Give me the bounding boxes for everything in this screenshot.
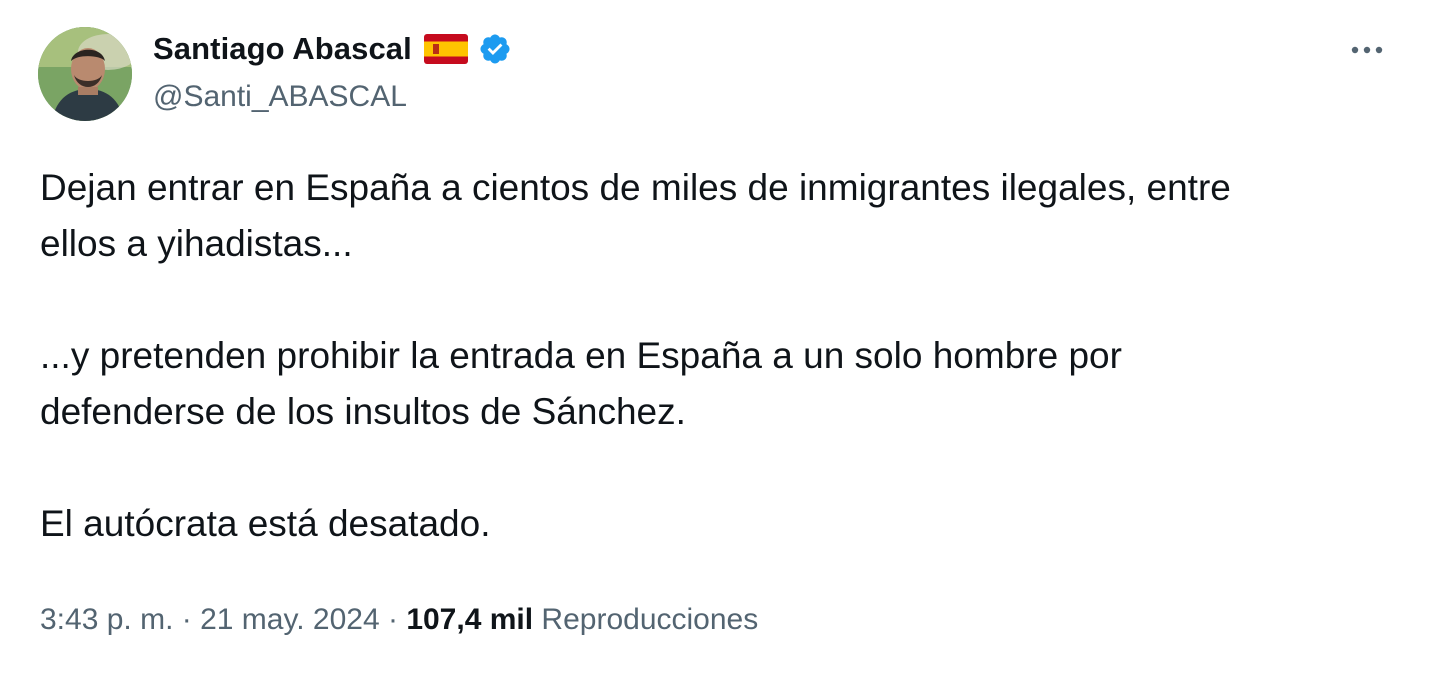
tweet-date[interactable]: 21 may. 2024 bbox=[200, 603, 380, 636]
tweet-text-line: defenderse de los insultos de Sánchez. bbox=[40, 391, 686, 432]
tweet-text-line: Dejan entrar en España a cientos de mile… bbox=[40, 167, 1231, 208]
tweet-text-line: El autócrata está desatado. bbox=[40, 503, 491, 544]
avatar-image bbox=[38, 27, 132, 121]
tweet-meta: 3:43 p. m. · 21 may. 2024 · 107,4 mil Re… bbox=[40, 598, 758, 642]
meta-separator: · bbox=[173, 603, 201, 636]
tweet-time[interactable]: 3:43 p. m. bbox=[40, 603, 173, 636]
author-handle[interactable]: @Santi_ABASCAL bbox=[153, 80, 407, 114]
tweet-text-line: ...y pretenden prohibir la entrada en Es… bbox=[40, 335, 1122, 376]
tweet-text: Dejan entrar en España a cientos de mile… bbox=[40, 160, 1400, 552]
tweet-text-line: ellos a yihadistas... bbox=[40, 223, 353, 264]
tweet-card: Santiago Abascal @Santi_ABASCAL Dejan en… bbox=[0, 0, 1440, 675]
meta-separator: · bbox=[379, 603, 407, 636]
avatar[interactable] bbox=[38, 27, 132, 121]
verified-badge-icon[interactable] bbox=[478, 32, 512, 66]
author-display-name[interactable]: Santiago Abascal bbox=[153, 31, 412, 67]
more-options-button[interactable] bbox=[1346, 30, 1388, 70]
more-dots-icon bbox=[1351, 46, 1383, 54]
spain-flag-icon bbox=[423, 34, 468, 64]
views-label: Reproducciones bbox=[541, 603, 759, 636]
author-name-row: Santiago Abascal bbox=[153, 26, 512, 72]
views-count[interactable]: 107,4 mil bbox=[406, 603, 533, 636]
